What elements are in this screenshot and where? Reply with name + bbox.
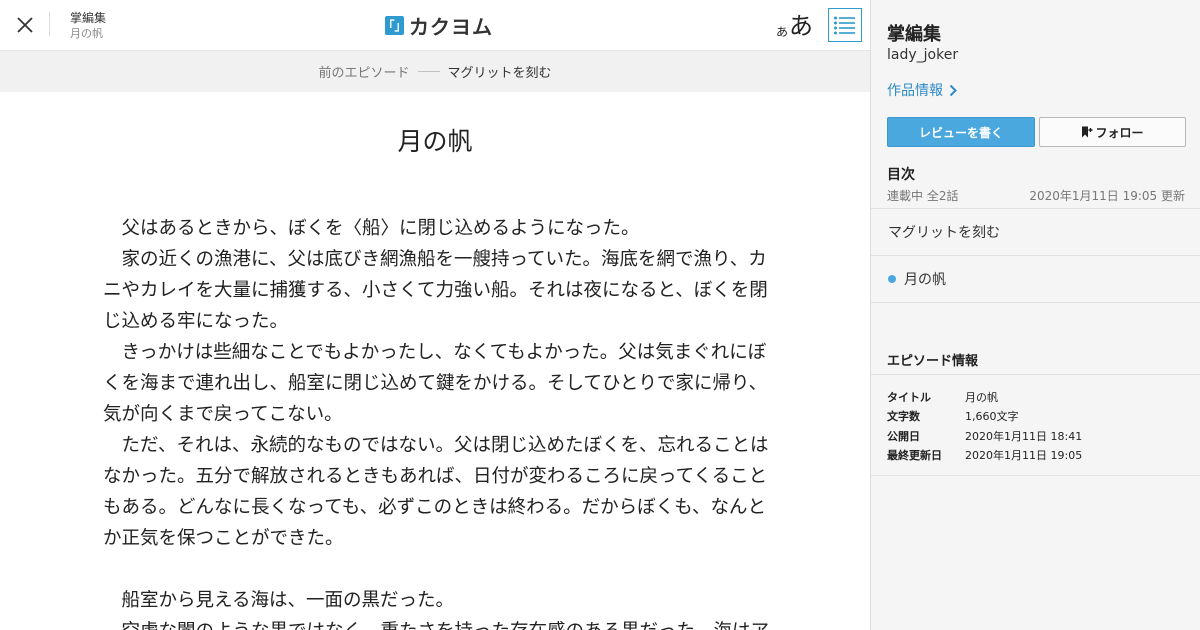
font-size-button[interactable]: あ あ (776, 8, 813, 40)
sidebar: 掌編集 lady_joker 作品情報 レビューを書く フォロー 目次 連載中 … (870, 0, 1200, 630)
header-divider (49, 12, 50, 36)
chevron-right-icon (949, 84, 957, 96)
previous-episode-link[interactable]: マグリットを刻む (448, 62, 552, 81)
body-line: 家の近くの漁港に、父は底びき網漁船を一艘持っていた。海底を網で漁り、カ (121, 249, 767, 270)
work-info-link[interactable]: 作品情報 (887, 80, 957, 100)
toc-divider (871, 302, 1200, 303)
body-line: 気が向くまで戻ってこない。 (103, 404, 343, 425)
body-line: 船室から見える海は、一面の黒だった。 (121, 590, 454, 611)
toc-updated: 2020年1月11日 19:05 更新 (1029, 189, 1185, 203)
follow-button[interactable]: フォロー (1039, 117, 1186, 147)
episode-info-table: タイトル 月の帆 文字数 1,660文字 公開日 2020年1月11日 18:4… (887, 387, 1082, 465)
toc-item-label: 月の帆 (904, 272, 946, 288)
close-button[interactable] (10, 10, 40, 40)
header-episode-title: 月の帆 (70, 27, 103, 40)
episode-info-row: 文字数 1,660文字 (887, 407, 1082, 427)
body-blank-line (103, 554, 755, 585)
write-review-button[interactable]: レビューを書く (887, 117, 1035, 147)
kakuyomu-logo[interactable]: 「」 カクヨム (383, 13, 493, 39)
episode-info-value: 月の帆 (965, 390, 998, 404)
body-line: きっかけは些細なことでもよかったし、なくてもよかった。父は気まぐれにぼ (121, 342, 767, 363)
toc-heading: 目次 (887, 167, 915, 183)
previous-episode-bar[interactable]: 前のエピソード マグリットを刻む (0, 51, 870, 92)
logo-mark-icon: 「」 (383, 15, 407, 35)
sidebar-author[interactable]: lady_joker (887, 47, 958, 63)
episode-info-key: 公開日 (887, 429, 920, 443)
list-icon (834, 16, 855, 35)
body-line: 空虚な闇のような黒ではなく、重たさを持った存在感のある黒だった。海はア (103, 616, 770, 630)
bookmark-plus-icon (1082, 126, 1093, 138)
body-line: ただ、それは、永続的なものではない。父は閉じ込めたぼくを、忘れることは (121, 435, 769, 456)
reader-header: 掌編集 月の帆 「」 カクヨム あ あ (0, 0, 870, 51)
font-size-big-glyph: あ (789, 12, 814, 40)
episode-info-row: 公開日 2020年1月11日 18:41 (887, 426, 1082, 446)
previous-episode-label: 前のエピソード (318, 66, 410, 81)
current-episode-dot (888, 275, 896, 283)
body-line: 父はあるときから、ぼくを〈船〉に閉じ込めるようになった。 (121, 218, 640, 239)
body-line: じ込める牢になった。 (103, 311, 289, 332)
previous-episode-separator (417, 71, 440, 72)
toc-item-current[interactable]: 月の帆 (871, 256, 1200, 302)
body-line: か正気を保つことができた。 (103, 528, 344, 549)
episode-info-value: 1,660文字 (965, 410, 1019, 424)
episode-info-row: タイトル 月の帆 (887, 387, 1082, 407)
episode-info-divider (871, 374, 1200, 375)
episode-info-key: タイトル (887, 390, 931, 404)
episode-info-value: 2020年1月11日 19:05 (965, 449, 1083, 463)
episode-info-heading: エピソード情報 (887, 354, 979, 369)
episode-info-divider (871, 475, 1200, 476)
body-line: もある。どんなに長くなっても、必ずこのときは終わる。だからぼくも、なんと (103, 497, 767, 518)
episode-info-value: 2020年1月11日 18:41 (965, 429, 1083, 443)
close-icon (17, 17, 33, 33)
toc-item-label: マグリットを刻む (888, 225, 1000, 241)
episode-info-row: 最終更新日 2020年1月11日 19:05 (887, 446, 1082, 466)
episode-body: 父はあるときから、ぼくを〈船〉に閉じ込めるようになった。家の近くの漁港に、父は底… (103, 213, 770, 630)
header-work-title[interactable]: 掌編集 (70, 11, 106, 26)
follow-button-label: フォロー (1095, 125, 1144, 140)
episode-content: 月の帆 父はあるときから、ぼくを〈船〉に閉じ込めるようになった。家の近くの漁港に… (0, 92, 870, 630)
toc-toggle-button[interactable] (828, 8, 862, 42)
toc-item[interactable]: マグリットを刻む (871, 209, 1200, 255)
episode-info-key: 最終更新日 (887, 449, 942, 463)
font-size-small-glyph: あ (776, 25, 789, 39)
toc-status: 連載中 全2話 (887, 189, 959, 203)
sidebar-work-title[interactable]: 掌編集 (887, 20, 941, 46)
body-line: なかった。五分で解放されるときもあれば、日付が変わるころに戻ってくること (103, 466, 768, 487)
body-line: ニやカレイを大量に捕獲する、小さくて力強い船。それは夜になると、ぼくを閉 (103, 280, 768, 301)
episode-info-key: 文字数 (887, 410, 920, 424)
work-info-label: 作品情報 (887, 83, 943, 99)
logo-text: カクヨム (409, 14, 493, 39)
episode-title: 月の帆 (397, 127, 473, 156)
body-line: くを海まで連れ出し、船室に閉じ込めて鍵をかける。そしてひとりで家に帰り、 (103, 373, 768, 394)
